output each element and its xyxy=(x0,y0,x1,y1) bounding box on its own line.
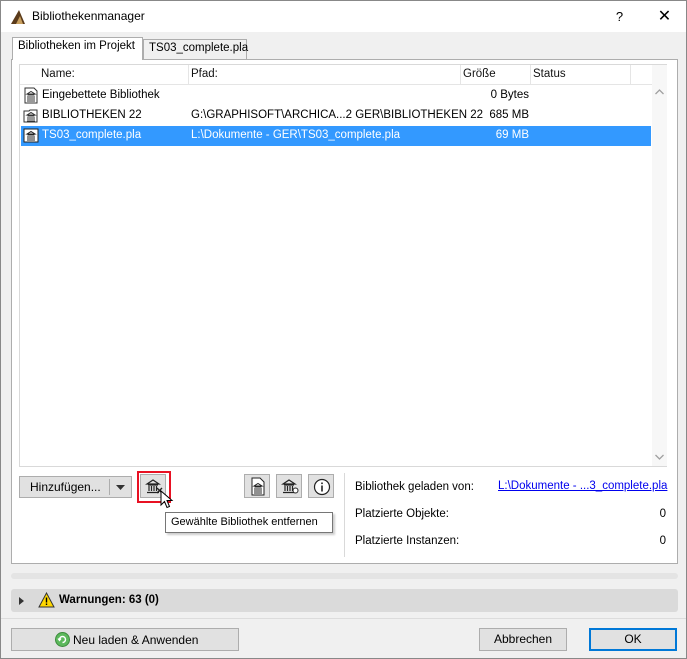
row-path: L:\Dokumente - GER\TS03_complete.pla xyxy=(191,129,401,141)
tab-libraries-in-project[interactable]: Bibliotheken im Projekt xyxy=(12,37,143,60)
scroll-up-icon[interactable] xyxy=(655,89,664,95)
placed-instances-value: 0 xyxy=(659,535,666,547)
column-path[interactable]: Pfad: xyxy=(191,68,218,80)
loaded-from-label: Bibliothek geladen von: xyxy=(355,481,474,493)
row-name: TS03_complete.pla xyxy=(42,129,142,141)
table-row[interactable]: Eingebettete Bibliothek 0 Bytes xyxy=(21,86,651,106)
dropdown-arrow-icon xyxy=(116,485,125,490)
row-size: 69 MB xyxy=(495,129,529,141)
library-settings-icon xyxy=(281,479,299,494)
info-icon xyxy=(313,478,331,496)
window-title: Bibliothekenmanager xyxy=(32,9,145,23)
library-list[interactable]: Name: Pfad: Größe Status Eingebettete Bi… xyxy=(19,64,667,467)
splitter-bar[interactable] xyxy=(11,573,678,579)
folder-library-icon xyxy=(23,109,38,123)
reload-icon xyxy=(55,632,70,647)
placed-objects-label: Platzierte Objekte: xyxy=(355,508,449,520)
cancel-button[interactable]: Abbrechen xyxy=(479,628,567,651)
column-status[interactable]: Status xyxy=(533,68,566,80)
close-button[interactable]: ✕ xyxy=(642,1,687,32)
embedded-library-icon xyxy=(24,87,38,104)
library-settings-button[interactable] xyxy=(276,474,302,498)
row-size: 685 MB xyxy=(489,109,529,121)
help-button[interactable]: ? xyxy=(597,1,642,32)
row-name: BIBLIOTHEKEN 22 xyxy=(42,109,142,121)
container-library-icon xyxy=(23,128,39,143)
row-name: Eingebettete Bibliothek xyxy=(42,89,160,101)
vertical-divider xyxy=(344,473,345,557)
table-row[interactable]: BIBLIOTHEKEN 22 G:\GRAPHISOFT\ARCHICA...… xyxy=(21,106,651,126)
reload-apply-button[interactable]: Neu laden & Anwenden xyxy=(11,628,239,651)
scroll-down-icon[interactable] xyxy=(655,454,664,460)
vertical-scrollbar[interactable] xyxy=(652,65,667,466)
tooltip: Gewählte Bibliothek entfernen xyxy=(165,512,333,533)
library-report-button[interactable] xyxy=(244,474,270,498)
library-document-icon xyxy=(251,477,265,496)
table-row-selected[interactable]: TS03_complete.pla L:\Dokumente - GER\TS0… xyxy=(21,126,651,146)
column-size[interactable]: Größe xyxy=(463,68,496,80)
add-button-label: Hinzufügen... xyxy=(30,480,101,494)
warning-icon xyxy=(38,592,55,608)
list-header: Name: Pfad: Größe Status xyxy=(20,65,652,85)
row-path: G:\GRAPHISOFT\ARCHICA...2 GER\BIBLIOTHEK… xyxy=(191,109,484,121)
loaded-from-link[interactable]: L:\Dokumente - ...3_complete.pla xyxy=(498,480,667,492)
ok-button[interactable]: OK xyxy=(589,628,677,651)
info-button[interactable] xyxy=(308,474,334,498)
library-manager-window: Bibliothekenmanager ? ✕ Bibliotheken im … xyxy=(0,0,687,659)
mouse-cursor-icon xyxy=(160,490,174,509)
reload-apply-label: Neu laden & Anwenden xyxy=(73,633,199,647)
placed-objects-value: 0 xyxy=(659,508,666,520)
warnings-bar[interactable]: Warnungen: 63 (0) xyxy=(11,589,678,612)
warnings-label: Warnungen: 63 (0) xyxy=(59,594,159,606)
column-name[interactable]: Name: xyxy=(41,68,75,80)
title-bar: Bibliothekenmanager ? ✕ xyxy=(1,1,686,32)
tab-ts03-complete[interactable]: TS03_complete.pla xyxy=(143,39,248,60)
row-size: 0 Bytes xyxy=(490,89,529,101)
expand-arrow-icon[interactable] xyxy=(19,597,24,605)
footer-divider xyxy=(1,618,686,619)
archicad-app-icon xyxy=(11,10,25,24)
placed-instances-label: Platzierte Instanzen: xyxy=(355,535,460,547)
add-library-dropdown[interactable]: Hinzufügen... xyxy=(19,476,132,498)
